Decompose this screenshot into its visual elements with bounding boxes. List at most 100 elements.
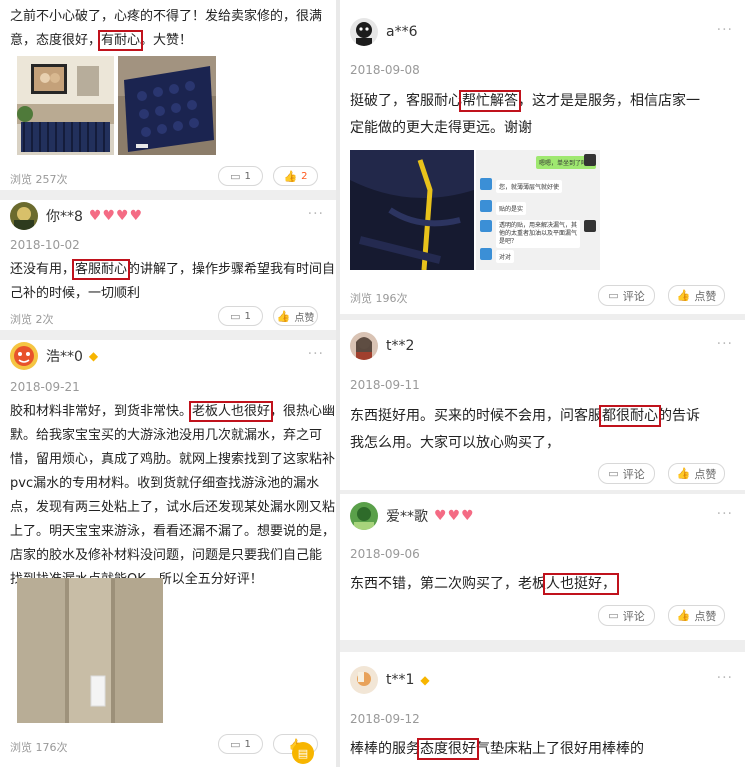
card-separator	[0, 330, 336, 340]
review-date: 2018-10-02	[10, 238, 80, 252]
review-text: 还没有用，客服耐心的讲解了，操作步骤希望我有时间自 己补的时候，一切顺利	[10, 259, 336, 301]
review-card: 浩**0 ◆ ··· 2018-09-21 胶和材料非常好，到货非常快。老板人也…	[0, 340, 336, 767]
like-button[interactable]: 👍 2	[273, 166, 318, 186]
rating-hearts: ♥ ♥ ♥	[434, 509, 475, 523]
avatar[interactable]	[350, 332, 378, 360]
diamond-icon: ◆	[88, 349, 99, 363]
view-count: 浏览 176次	[10, 741, 68, 754]
highlight-box: 客服耐心	[72, 259, 131, 280]
highlight-box: 都很耐心	[599, 405, 661, 427]
review-photo[interactable]	[17, 56, 114, 155]
comment-icon: ▭	[230, 737, 241, 751]
like-button[interactable]: 👍 点赞	[668, 605, 725, 626]
heart-icon: ♥	[102, 208, 116, 224]
comment-icon: ▭	[230, 169, 241, 183]
more-dots-icon[interactable]: ···	[717, 336, 733, 352]
view-count: 浏览 196次	[350, 292, 408, 305]
reviewer-row: 浩**0 ◆	[10, 340, 98, 372]
card-separator	[0, 190, 336, 200]
review-date: 2018-09-21	[10, 380, 80, 394]
comment-icon: ▭	[608, 609, 619, 622]
reviewer-row: 爱**歌 ♥ ♥ ♥	[350, 500, 475, 532]
avatar	[480, 200, 492, 212]
heart-icon: ♥	[88, 208, 102, 224]
review-card: t**2 ··· 2018-09-11 东西挺好用。买来的时候不会用，问客服都很…	[340, 320, 745, 490]
comment-button[interactable]: ▭ 1	[218, 306, 263, 326]
review-photo[interactable]	[350, 150, 474, 270]
review-photo[interactable]	[17, 578, 163, 723]
more-dots-icon[interactable]: ···	[717, 22, 733, 38]
chat-bubble-icon[interactable]: ▤	[292, 742, 314, 764]
review-card: 之前不小心破了，心疼的不得了！发给卖家修的，很满 意，态度很好，有耐心。大赞！	[0, 0, 336, 190]
comment-button[interactable]: ▭ 评论	[598, 605, 655, 626]
review-text: 之前不小心破了，心疼的不得了！发给卖家修的，很满 意，态度很好，有耐心。大赞！	[10, 9, 323, 51]
avatar[interactable]	[350, 18, 378, 46]
review-card: 你**8 ♥ ♥ ♥ ♥ ··· 2018-10-02 还没有用，客服耐心的讲解…	[0, 200, 336, 330]
heart-icon: ♥	[434, 508, 447, 524]
reviewer-row: t**1 ◆	[350, 664, 430, 696]
comment-icon: ▭	[230, 309, 241, 323]
more-dots-icon[interactable]: ···	[717, 506, 733, 522]
highlight-box: 有耐心	[98, 30, 144, 51]
comment-button[interactable]: ▭ 1	[218, 734, 263, 754]
like-button[interactable]: 👍 点赞	[273, 306, 318, 326]
heart-icon: ♥	[116, 208, 129, 224]
review-text: 东西不错，第二次购买了，老板人也挺好，	[350, 573, 619, 595]
reviewer-name: a**6	[386, 24, 418, 40]
thumbs-up-icon: 👍	[283, 169, 298, 183]
comment-icon: ▭	[608, 467, 619, 480]
thumbs-up-icon: 👍	[276, 309, 291, 323]
avatar[interactable]	[350, 502, 378, 530]
comment-icon: ▭	[608, 289, 619, 302]
review-photo[interactable]	[118, 56, 216, 155]
avatar	[584, 220, 596, 232]
view-count: 浏览 257次	[10, 173, 68, 186]
left-review-column: 之前不小心破了，心疼的不得了！发给卖家修的，很满 意，态度很好，有耐心。大赞！	[0, 0, 336, 767]
view-count: 浏览 2次	[10, 313, 54, 326]
review-date: 2018-09-06	[350, 547, 420, 561]
like-button[interactable]: 👍 点赞	[668, 463, 725, 484]
highlight-box: 人也挺好，	[543, 573, 619, 595]
chat-screenshot[interactable]: 嗯嗯，单坐到了吗？ 您，就薄薄层气就好使 贴的是实 透明的贴，用来解决漏气，其他…	[476, 150, 600, 270]
thumbs-up-icon: 👍	[676, 467, 691, 480]
heart-icon: ♥	[129, 208, 143, 224]
card-separator	[340, 640, 745, 652]
avatar[interactable]	[10, 202, 38, 230]
more-dots-icon[interactable]: ···	[308, 346, 324, 362]
review-card: 爱**歌 ♥ ♥ ♥ ··· 2018-09-06 东西不错，第二次购买了，老板…	[340, 494, 745, 640]
review-text: 东西挺好用。买来的时候不会用，问客服都很耐心的告诉 我怎么用。大家可以放心购买了…	[350, 405, 700, 451]
right-review-column: a**6 ··· 2018-09-08 挺破了，客服耐心帮忙解答，这才是是服务，…	[340, 0, 745, 767]
review-text: 挺破了，客服耐心帮忙解答，这才是是服务，相信店家一 定能做的更大走得更远。谢谢	[350, 90, 700, 136]
review-card: t**1 ◆ ··· 2018-09-12 棒棒的服务态度很好气垫床粘上了很好用…	[340, 652, 745, 767]
more-dots-icon[interactable]: ···	[308, 206, 324, 222]
comment-button[interactable]: ▭ 1	[218, 166, 263, 186]
thumbs-up-icon: 👍	[676, 609, 691, 622]
reviewer-name: t**1	[386, 672, 415, 688]
reviewer-name: 浩**0	[46, 349, 83, 365]
highlight-box: 老板人也很好	[189, 401, 274, 422]
rating-hearts: ♥ ♥ ♥ ♥	[89, 209, 143, 223]
thumbs-up-icon: 👍	[676, 289, 691, 302]
more-dots-icon[interactable]: ···	[717, 670, 733, 686]
reviewer-name: t**2	[386, 338, 415, 354]
reviewer-row: 你**8 ♥ ♥ ♥ ♥	[10, 200, 143, 232]
comment-button[interactable]: ▭ 评论	[598, 285, 655, 306]
review-date: 2018-09-08	[350, 63, 420, 77]
avatar	[584, 154, 596, 166]
like-button[interactable]: 👍 点赞	[668, 285, 725, 306]
highlight-box: 帮忙解答	[459, 90, 521, 112]
review-card: a**6 ··· 2018-09-08 挺破了，客服耐心帮忙解答，这才是是服务，…	[340, 0, 745, 314]
diamond-icon: ◆	[420, 673, 430, 687]
heart-icon: ♥	[461, 508, 474, 524]
review-text: 棒棒的服务态度很好气垫床粘上了很好用棒棒的	[350, 738, 644, 760]
avatar	[480, 220, 492, 232]
reviewer-name: 你**8	[46, 209, 83, 225]
review-date: 2018-09-12	[350, 712, 420, 726]
avatar[interactable]	[10, 342, 38, 370]
heart-icon: ♥	[447, 508, 461, 524]
reviewer-row: a**6	[350, 16, 418, 48]
reviewer-name: 爱**歌	[386, 509, 428, 525]
avatar[interactable]	[350, 666, 378, 694]
comment-button[interactable]: ▭ 评论	[598, 463, 655, 484]
avatar	[480, 178, 492, 190]
